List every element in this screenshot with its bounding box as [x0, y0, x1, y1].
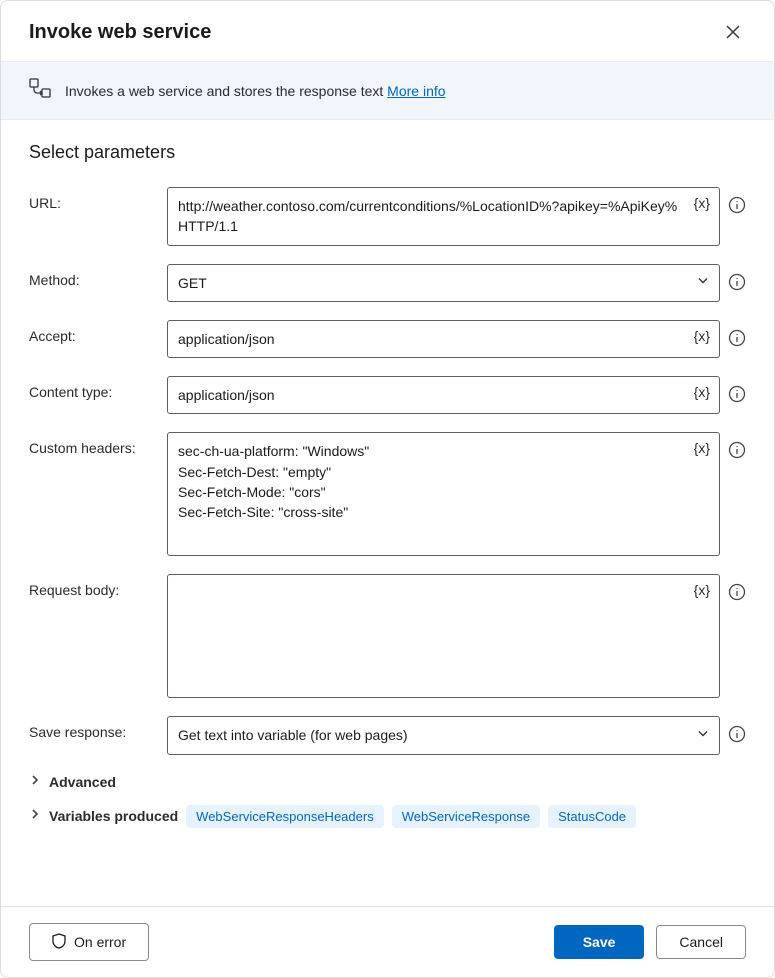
more-info-link[interactable]: More info: [387, 83, 445, 99]
dialog-body: Select parameters URL: http://weather.co…: [1, 120, 774, 906]
dialog-header: Invoke web service: [1, 1, 774, 61]
chevron-right-icon: [29, 773, 41, 791]
row-request-body: Request body: {x}: [29, 574, 746, 698]
save-response-select[interactable]: Get text into variable (for web pages): [167, 716, 720, 754]
info-icon[interactable]: [728, 385, 746, 403]
info-icon[interactable]: [728, 725, 746, 743]
variable-pill[interactable]: WebServiceResponseHeaders: [186, 805, 384, 828]
info-icon[interactable]: [728, 273, 746, 291]
api-icon: [29, 78, 51, 103]
on-error-label: On error: [74, 935, 126, 949]
dialog-footer: On error Save Cancel: [1, 906, 774, 977]
custom-headers-textarea[interactable]: sec-ch-ua-platform: "Windows" Sec-Fetch-…: [167, 432, 720, 556]
shield-icon: [52, 933, 66, 951]
info-icon[interactable]: [728, 583, 746, 601]
cancel-button[interactable]: Cancel: [656, 925, 746, 959]
info-icon[interactable]: [728, 329, 746, 347]
label-method: Method:: [29, 264, 149, 288]
request-body-textarea[interactable]: [167, 574, 720, 698]
variable-pill[interactable]: WebServiceResponse: [392, 805, 540, 828]
row-custom-headers: Custom headers: sec-ch-ua-platform: "Win…: [29, 432, 746, 556]
content-type-input[interactable]: [167, 376, 720, 414]
row-accept: Accept: {x}: [29, 320, 746, 358]
footer-right-actions: Save Cancel: [554, 925, 746, 959]
info-icon[interactable]: [728, 441, 746, 459]
row-method: Method: GET: [29, 264, 746, 302]
dialog-title: Invoke web service: [29, 21, 211, 44]
close-button[interactable]: [720, 19, 746, 45]
label-content-type: Content type:: [29, 376, 149, 400]
variables-produced-label: Variables produced: [49, 808, 178, 824]
row-content-type: Content type: {x}: [29, 376, 746, 414]
info-band-text: Invokes a web service and stores the res…: [65, 83, 446, 99]
advanced-label: Advanced: [49, 774, 116, 790]
row-url: URL: http://weather.contoso.com/currentc…: [29, 187, 746, 246]
section-title: Select parameters: [29, 142, 746, 163]
label-save-response: Save response:: [29, 716, 149, 740]
label-url: URL:: [29, 187, 149, 211]
close-icon: [726, 25, 740, 39]
info-band: Invokes a web service and stores the res…: [1, 61, 774, 120]
accept-input[interactable]: [167, 320, 720, 358]
url-input[interactable]: http://weather.contoso.com/currentcondit…: [167, 187, 720, 246]
on-error-button[interactable]: On error: [29, 923, 149, 961]
invoke-web-service-dialog: Invoke web service Invokes a web service…: [0, 0, 775, 978]
label-custom-headers: Custom headers:: [29, 432, 149, 456]
variable-pill[interactable]: StatusCode: [548, 805, 636, 828]
save-button[interactable]: Save: [554, 925, 645, 959]
variables-produced-expander[interactable]: Variables produced WebServiceResponseHea…: [29, 805, 746, 828]
advanced-expander[interactable]: Advanced: [29, 773, 746, 791]
label-request-body: Request body:: [29, 574, 149, 598]
info-description: Invokes a web service and stores the res…: [65, 83, 383, 99]
chevron-right-icon: [29, 807, 41, 825]
label-accept: Accept:: [29, 320, 149, 344]
info-icon[interactable]: [728, 196, 746, 214]
method-select[interactable]: GET: [167, 264, 720, 302]
row-save-response: Save response: Get text into variable (f…: [29, 716, 746, 754]
